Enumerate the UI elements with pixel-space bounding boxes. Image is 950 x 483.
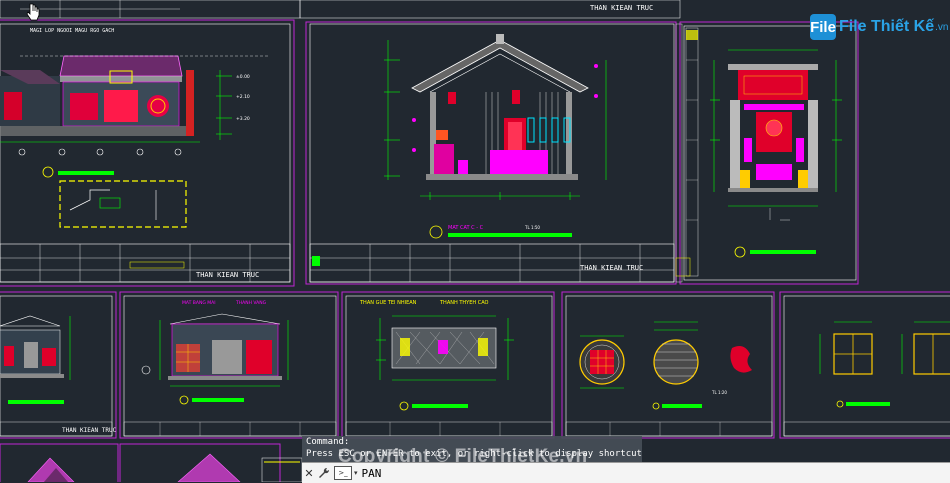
svg-text:MAT CAT C - C: MAT CAT C - C — [448, 225, 484, 231]
svg-text:THANH VANG: THANH VANG — [235, 300, 267, 306]
svg-text:TL 1:20: TL 1:20 — [711, 390, 727, 395]
svg-text:+3.20: +3.20 — [236, 116, 250, 122]
sheet-top-right — [679, 21, 859, 285]
svg-text:MAT BANG MAI: MAT BANG MAI — [182, 300, 216, 306]
pan-hand-cursor-icon — [26, 3, 40, 21]
svg-text:THAN KIEAN TRUC: THAN KIEAN TRUC — [580, 264, 643, 272]
sheet-bottom-3: THAN GUE TEI NHIEAN THANH THYEH CAO — [341, 291, 555, 439]
command-input[interactable]: PAN — [362, 467, 382, 480]
drawing-canvas[interactable]: MAGI LOP NGOOI MAGU RGO GACH ±0.00 +2.10 +… — [0, 0, 950, 482]
svg-text:THAN KIEAN TRUC: THAN KIEAN TRUC — [590, 4, 653, 12]
svg-text:THAN KIEAN TRUC: THAN KIEAN TRUC — [62, 427, 117, 434]
svg-text:THANH THYEH CAO: THANH THYEH CAO — [439, 300, 489, 306]
svg-text:MAGI LOP NGOOI MAGU RGO GACH: MAGI LOP NGOOI MAGU RGO GACH — [30, 28, 114, 34]
watermark-badge: File — [810, 14, 836, 40]
command-line[interactable]: ✕ >_ ▾ PAN — [302, 462, 950, 483]
svg-text:TL 1:50: TL 1:50 — [524, 225, 540, 230]
sheet-top-center: THAN KIEAN TRUC MAT CAT C - C TL 1:50 TH… — [299, 0, 681, 285]
svg-text:+2.10: +2.10 — [236, 94, 250, 100]
svg-text:THAN GUE TEI NHIEAN: THAN GUE TEI NHIEAN — [359, 300, 417, 306]
watermark-logo: File File Thiết Kế .vn — [810, 14, 948, 40]
svg-text:±0.00: ±0.00 — [236, 74, 250, 80]
watermark-brand: File Thiết Kế — [839, 18, 935, 35]
sheet-bottom-4: TL 1:20 — [561, 291, 775, 439]
command-prompt-icon[interactable]: >_ — [334, 466, 352, 480]
wrench-icon[interactable] — [316, 463, 332, 483]
svg-text:THAN KIEAN TRUC: THAN KIEAN TRUC — [196, 271, 259, 279]
sheet-bottom-5 — [779, 291, 950, 439]
chevron-down-icon[interactable]: ▾ — [354, 469, 358, 477]
sheet-top-left: MAGI LOP NGOOI MAGU RGO GACH ±0.00 +2.10 +… — [0, 0, 301, 287]
watermark-suffix: .vn — [935, 21, 949, 33]
sheet-next-row — [0, 443, 303, 482]
sheet-vertical-titleblock — [675, 23, 691, 283]
sheet-bottom-1: THAN KIEAN TRUC — [0, 291, 117, 439]
sheet-bottom-2: MAT BANG MAI THANH VANG — [119, 291, 339, 439]
close-icon[interactable]: ✕ — [302, 463, 316, 483]
